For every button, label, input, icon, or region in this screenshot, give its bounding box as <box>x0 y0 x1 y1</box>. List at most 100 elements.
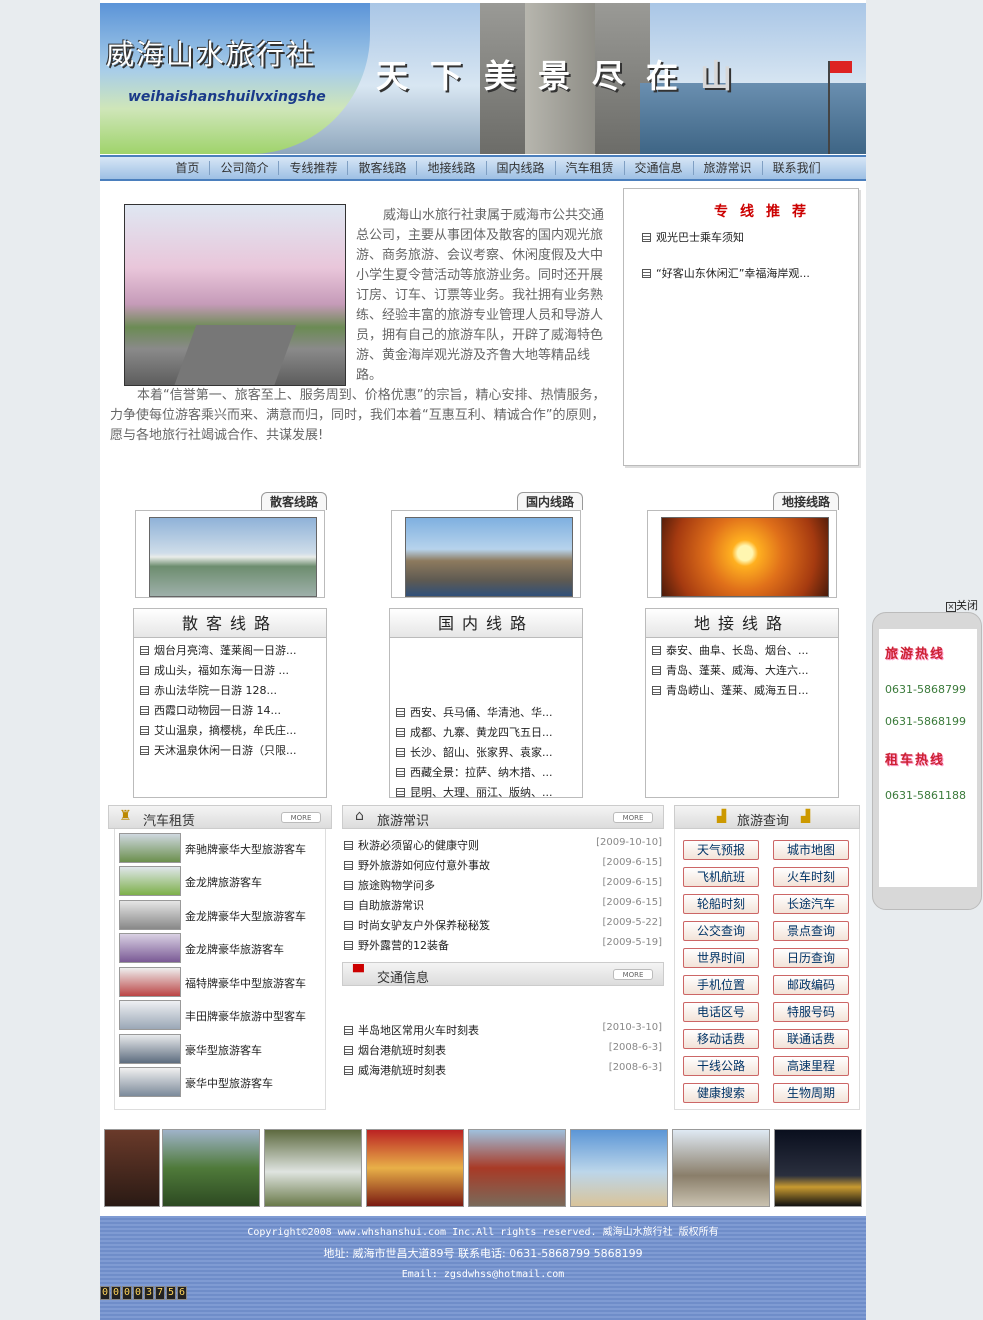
nav-contact[interactable]: 联系我们 <box>763 161 831 175</box>
query-panel: ▟ 旅游查询 ▟ 天气预报 城市地图 飞机航班 火车时刻 轮船时刻 长途汽车 公… <box>674 805 860 1110</box>
route-item[interactable]: 成都、九寨、黄龙四飞五日... <box>396 724 553 740</box>
nav-home[interactable]: 首页 <box>165 161 211 175</box>
nav-car-rental[interactable]: 汽车租赁 <box>556 161 625 175</box>
car-item[interactable]: 福特牌豪华中型旅游客车 <box>119 967 319 997</box>
route-item[interactable]: 泰安、曲阜、长岛、烟台、... <box>652 642 809 658</box>
query-button[interactable]: 高速里程 <box>773 1056 849 1076</box>
query-button[interactable]: 移动话费 <box>683 1029 759 1049</box>
query-button[interactable]: 特服号码 <box>773 1002 849 1022</box>
news-item[interactable]: 自助旅游常识 [2009-6-15] <box>344 897 662 913</box>
car-image[interactable] <box>119 1000 181 1030</box>
logo-area: 威海山水旅行社 weihaishanshuilvxingshe <box>100 3 370 154</box>
query-button[interactable]: 轮船时刻 <box>683 894 759 914</box>
nav-tips[interactable]: 旅游常识 <box>694 161 763 175</box>
query-button[interactable]: 景点查询 <box>773 921 849 941</box>
car-image[interactable] <box>119 833 181 863</box>
route-item[interactable]: 昆明、大理、丽江、版纳、... <box>396 784 553 800</box>
strip-photo[interactable] <box>366 1129 464 1207</box>
footer-email[interactable]: Email: zgsdwhss@hotmail.com <box>100 1269 866 1280</box>
route-tab[interactable]: 散客线路 <box>260 492 327 510</box>
nav-local[interactable]: 地接线路 <box>417 161 487 175</box>
route-list: 泰安、曲阜、长岛、烟台、... 青岛、蓬莱、威海、大连六... 青岛崂山、蓬莱、… <box>645 638 839 798</box>
strip-photo[interactable] <box>774 1129 862 1207</box>
nav-domestic[interactable]: 国内线路 <box>487 161 556 175</box>
news-item[interactable]: 野外露营的12装备 [2009-5-19] <box>344 937 662 953</box>
route-item[interactable]: 西安、兵马俑、华清池、华... <box>396 704 553 720</box>
special-item[interactable]: 观光巴士乘车须知 <box>642 229 744 245</box>
car-image[interactable] <box>119 967 181 997</box>
car-image[interactable] <box>119 1034 181 1064</box>
city-photo[interactable] <box>405 517 573 597</box>
query-button[interactable]: 城市地图 <box>773 840 849 860</box>
special-item[interactable]: “好客山东休闲汇”幸福海岸观... <box>642 265 810 281</box>
nav-traffic[interactable]: 交通信息 <box>625 161 694 175</box>
news-item[interactable]: 威海港航班时刻表 [2008-6-3] <box>344 1062 662 1078</box>
more-button[interactable]: MORE <box>613 812 653 823</box>
bridge-photo[interactable] <box>149 517 317 597</box>
route-tab[interactable]: 地接线路 <box>772 492 839 510</box>
route-item[interactable]: 赤山法华院一日游 128... <box>140 682 277 698</box>
query-button[interactable]: 火车时刻 <box>773 867 849 887</box>
route-item[interactable]: 青岛崂山、蓬莱、威海五日... <box>652 682 809 698</box>
strip-photo[interactable] <box>162 1129 260 1207</box>
query-button[interactable]: 干线公路 <box>683 1056 759 1076</box>
car-image[interactable] <box>119 900 181 930</box>
route-item[interactable]: 西霞口动物园一日游 14... <box>140 702 281 718</box>
route-item[interactable]: 西藏全景：拉萨、纳木措、... <box>396 764 553 780</box>
panel-header: ♜ 汽车租赁 MORE <box>108 805 332 829</box>
query-button[interactable]: 手机位置 <box>683 975 759 995</box>
route-item[interactable]: 青岛、蓬莱、威海、大连六... <box>652 662 809 678</box>
query-button[interactable]: 健康搜索 <box>683 1083 759 1103</box>
news-item[interactable]: 秋游必须留心的健康守则 [2009-10-10] <box>344 837 662 853</box>
route-item[interactable]: 艾山温泉，摘樱桃，牟氏庄... <box>140 722 297 738</box>
route-item[interactable]: 天沐温泉休闲一日游（只限... <box>140 742 297 758</box>
query-button[interactable]: 联通话费 <box>773 1029 849 1049</box>
special-title: 专线推荐 <box>714 204 818 220</box>
nav-special[interactable]: 专线推荐 <box>279 161 349 175</box>
query-button[interactable]: 长途汽车 <box>773 894 849 914</box>
car-item[interactable]: 豪华型旅游客车 <box>119 1034 319 1064</box>
strip-photo[interactable] <box>468 1129 566 1207</box>
counter-digit: 0 <box>111 1286 121 1300</box>
strip-photo[interactable] <box>104 1129 160 1207</box>
news-item[interactable]: 野外旅游如何应付意外事故 [2009-6-15] <box>344 857 662 873</box>
car-item[interactable]: 金龙牌豪华大型旅游客车 <box>119 900 319 930</box>
strip-photo[interactable] <box>264 1129 362 1207</box>
nav-about[interactable]: 公司简介 <box>210 161 280 175</box>
route-item[interactable]: 长沙、韶山、张家界、袁家... <box>396 744 553 760</box>
car-item[interactable]: 豪华中型旅游客车 <box>119 1067 319 1097</box>
car-item[interactable]: 金龙牌旅游客车 <box>119 866 319 896</box>
nav-individual[interactable]: 散客线路 <box>348 161 418 175</box>
route-item[interactable]: 烟台月亮湾、蓬莱阁一日游... <box>140 642 297 658</box>
query-button[interactable]: 电话区号 <box>683 1002 759 1022</box>
car-image[interactable] <box>119 933 181 963</box>
more-button[interactable]: MORE <box>613 969 653 980</box>
news-item[interactable]: 旅途购物学问多 [2009-6-15] <box>344 877 662 893</box>
route-item[interactable]: 成山头，福如东海一日游 ... <box>140 662 289 678</box>
car-image[interactable] <box>119 1067 181 1097</box>
news-item[interactable]: 烟台港航班时刻表 [2008-6-3] <box>344 1042 662 1058</box>
car-item[interactable]: 丰田牌豪华旅游中型客车 <box>119 1000 319 1030</box>
query-button[interactable]: 飞机航班 <box>683 867 759 887</box>
car-item[interactable]: 金龙牌豪华旅游客车 <box>119 933 319 963</box>
strip-photo[interactable] <box>570 1129 668 1207</box>
bullet-icon <box>344 1046 353 1055</box>
more-button[interactable]: MORE <box>281 812 321 823</box>
news-item[interactable]: 时尚女驴友户外保养秘秘笈 [2009-5-22] <box>344 917 662 933</box>
bullet-icon <box>396 768 405 777</box>
query-button[interactable]: 生物周期 <box>773 1083 849 1103</box>
car-image[interactable] <box>119 866 181 896</box>
bullet-icon <box>652 686 661 695</box>
query-button[interactable]: 公交查询 <box>683 921 759 941</box>
query-button[interactable]: 日历查询 <box>773 948 849 968</box>
strip-photo[interactable] <box>672 1129 770 1207</box>
float-close-button[interactable]: × 关闭 <box>946 597 978 613</box>
car-item[interactable]: 奔驰牌豪华大型旅游客车 <box>119 833 319 863</box>
news-item[interactable]: 半岛地区常用火车时刻表 [2010-3-10] <box>344 1022 662 1038</box>
query-button[interactable]: 世界时间 <box>683 948 759 968</box>
query-button[interactable]: 邮政编码 <box>773 975 849 995</box>
special-box: 专线推荐 观光巴士乘车须知 “好客山东休闲汇”幸福海岸观... <box>623 188 859 466</box>
route-tab[interactable]: 国内线路 <box>516 492 583 510</box>
query-button[interactable]: 天气预报 <box>683 840 759 860</box>
sunset-photo[interactable] <box>661 517 829 597</box>
